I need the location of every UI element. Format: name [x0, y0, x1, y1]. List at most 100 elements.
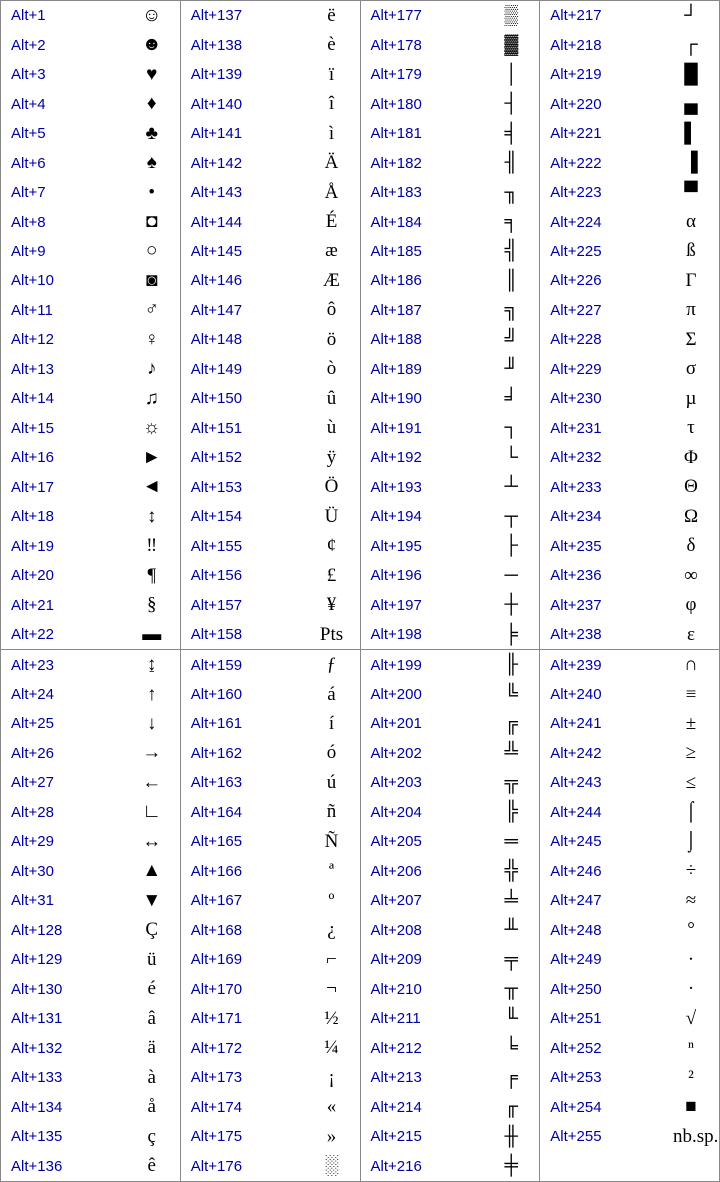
- alt-code-row: Alt+171½: [181, 1004, 360, 1033]
- character-symbol: φ: [673, 594, 709, 616]
- character-symbol: ⌠: [673, 801, 709, 823]
- alt-code-label: Alt+21: [11, 597, 134, 614]
- alt-code-row: Alt+202╩: [361, 739, 540, 768]
- alt-code-row: Alt+190╛: [361, 384, 540, 413]
- alt-code-label: Alt+151: [191, 420, 314, 437]
- character-symbol: ¥: [314, 594, 350, 616]
- alt-code-label: Alt+143: [191, 184, 314, 201]
- alt-code-row: Alt+248°: [540, 916, 719, 945]
- alt-code-row: Alt+138è: [181, 30, 360, 59]
- character-symbol: Ç: [134, 919, 170, 941]
- character-symbol: ♥: [134, 64, 170, 86]
- alt-code-row: Alt+163ú: [181, 768, 360, 797]
- alt-code-row: Alt+26→: [1, 739, 180, 768]
- alt-code-row: Alt+195├: [361, 531, 540, 560]
- alt-code-row: Alt+199╟: [361, 650, 540, 679]
- character-symbol: ·: [673, 978, 709, 1000]
- alt-code-label: Alt+240: [550, 686, 673, 703]
- alt-code-label: Alt+213: [371, 1069, 494, 1086]
- alt-code-row: Alt+1☺: [1, 1, 180, 30]
- alt-code-row: Alt+19‼: [1, 531, 180, 560]
- alt-code-label: Alt+246: [550, 863, 673, 880]
- character-symbol: █: [673, 64, 709, 86]
- alt-code-label: Alt+253: [550, 1069, 673, 1086]
- alt-code-label: Alt+167: [191, 892, 314, 909]
- alt-code-row: Alt+160á: [181, 680, 360, 709]
- alt-code-row: Alt+6♠: [1, 148, 180, 177]
- character-symbol: §: [134, 594, 170, 616]
- alt-code-label: Alt+229: [550, 361, 673, 378]
- alt-code-row: Alt+176░: [181, 1151, 360, 1180]
- alt-code-label: Alt+28: [11, 804, 134, 821]
- alt-code-label: Alt+180: [371, 96, 494, 113]
- alt-code-label: Alt+134: [11, 1099, 134, 1116]
- alt-code-label: Alt+2: [11, 37, 134, 54]
- character-symbol: ê: [134, 1155, 170, 1177]
- alt-code-row: Alt+182╢: [361, 148, 540, 177]
- character-symbol: û: [314, 388, 350, 410]
- alt-code-label: Alt+182: [371, 155, 494, 172]
- character-symbol: ¼: [314, 1037, 350, 1059]
- alt-code-label: Alt+251: [550, 1010, 673, 1027]
- alt-code-label: Alt+19: [11, 538, 134, 555]
- alt-code-label: Alt+130: [11, 981, 134, 998]
- alt-code-label: Alt+224: [550, 214, 673, 231]
- alt-code-row: Alt+5♣: [1, 119, 180, 148]
- character-symbol: ç: [134, 1126, 170, 1148]
- character-symbol: é: [134, 978, 170, 1000]
- alt-code-label: Alt+171: [191, 1010, 314, 1027]
- alt-code-row: Alt+184╕: [361, 207, 540, 236]
- alt-code-label: Alt+176: [191, 1158, 314, 1175]
- alt-code-label: Alt+152: [191, 449, 314, 466]
- alt-code-row: Alt+149ò: [181, 355, 360, 384]
- alt-code-row: Alt+15☼: [1, 414, 180, 443]
- character-symbol: σ: [673, 358, 709, 380]
- character-symbol: ó: [314, 742, 350, 764]
- alt-code-label: Alt+232: [550, 449, 673, 466]
- alt-code-label: Alt+11: [11, 302, 134, 319]
- character-symbol: ═: [493, 831, 529, 853]
- character-symbol: Σ: [673, 329, 709, 351]
- alt-code-label: Alt+202: [371, 745, 494, 762]
- character-symbol: ▒: [493, 5, 529, 27]
- alt-code-label: Alt+188: [371, 331, 494, 348]
- character-symbol: ∩: [673, 654, 709, 676]
- character-symbol: ≈: [673, 890, 709, 912]
- alt-code-row: Alt+143Å: [181, 178, 360, 207]
- alt-code-label: Alt+198: [371, 626, 494, 643]
- character-symbol: ô: [314, 299, 350, 321]
- alt-code-row: Alt+22▬: [1, 620, 180, 650]
- character-symbol: ü: [134, 949, 170, 971]
- alt-code-row: Alt+215╫: [361, 1122, 540, 1151]
- alt-code-label: Alt+12: [11, 331, 134, 348]
- alt-code-row: Alt+164ñ: [181, 798, 360, 827]
- alt-code-label: Alt+129: [11, 951, 134, 968]
- column-1: Alt+1☺Alt+2☻Alt+3♥Alt+4♦Alt+5♣Alt+6♠Alt+…: [1, 1, 181, 1181]
- character-symbol: ▄: [673, 93, 709, 115]
- alt-code-label: Alt+18: [11, 508, 134, 525]
- character-symbol: √: [673, 1008, 709, 1030]
- character-symbol: ï: [314, 64, 350, 86]
- alt-code-row: Alt+213╒: [361, 1063, 540, 1092]
- character-symbol: δ: [673, 535, 709, 557]
- character-symbol: ¡: [314, 1067, 350, 1089]
- character-symbol: ╓: [493, 1096, 529, 1118]
- alt-code-label: Alt+238: [550, 626, 673, 643]
- character-symbol: ◄: [134, 476, 170, 498]
- character-symbol: ♣: [134, 123, 170, 145]
- alt-code-label: Alt+197: [371, 597, 494, 614]
- character-symbol: ╧: [493, 890, 529, 912]
- alt-code-label: Alt+190: [371, 390, 494, 407]
- alt-code-row: Alt+28∟: [1, 798, 180, 827]
- character-symbol: Γ: [673, 270, 709, 292]
- character-symbol: å: [134, 1096, 170, 1118]
- character-symbol: Æ: [314, 270, 350, 292]
- character-symbol: ‼: [134, 535, 170, 557]
- alt-code-row: Alt+187╗: [361, 296, 540, 325]
- character-symbol: ╙: [493, 1008, 529, 1030]
- alt-code-row: Alt+161í: [181, 709, 360, 738]
- alt-code-row: Alt+20¶: [1, 561, 180, 590]
- alt-code-row: Alt+170¬: [181, 974, 360, 1003]
- alt-code-row: Alt+180┤: [361, 89, 540, 118]
- alt-code-label: Alt+3: [11, 66, 134, 83]
